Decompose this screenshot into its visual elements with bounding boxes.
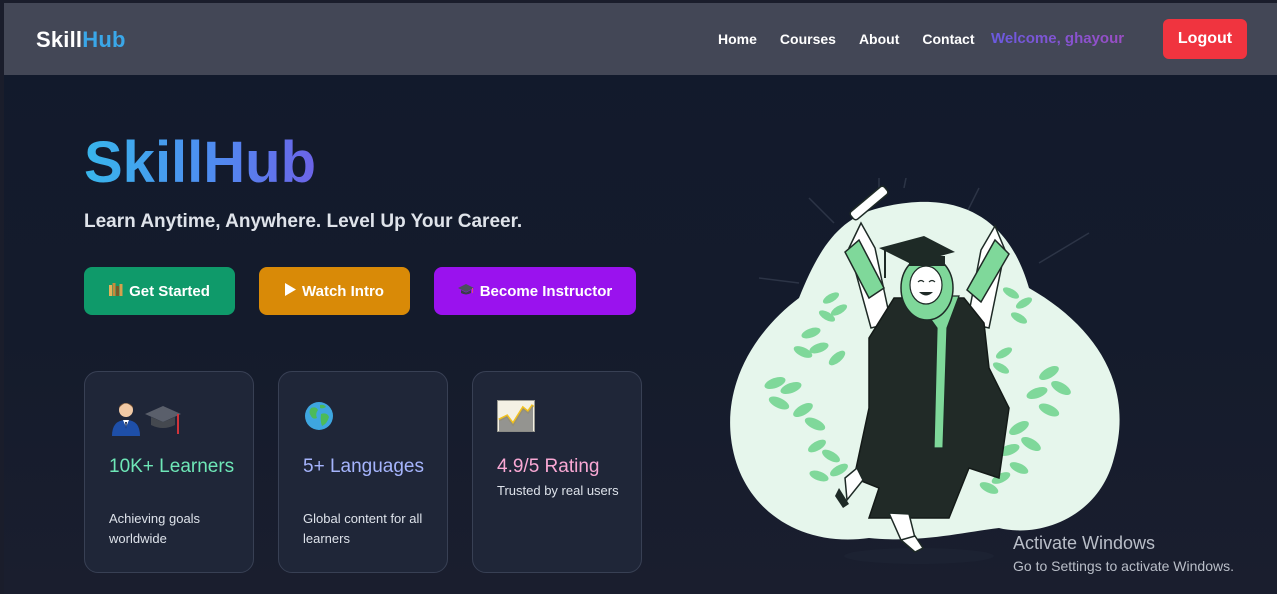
app-window: SkillHub Home Courses About Contact Welc… [4,3,1277,594]
watch-intro-label: Watch Intro [302,282,384,300]
activate-windows-subtitle: Go to Settings to activate Windows. [1013,558,1234,574]
books-icon [109,283,123,299]
brand-logo-part1: Skill [36,27,83,52]
watch-intro-button[interactable]: Watch Intro [259,267,410,315]
languages-stat: 5+ Languages [303,456,424,477]
languages-description: Global content for all learners [303,511,423,546]
get-started-label: Get Started [129,282,210,300]
stat-card-rating: 4.9/5 Rating Trusted by real users [472,371,642,573]
chart-increasing-icon [496,399,536,437]
brand-logo-part2: Hub [82,27,126,52]
learners-stat: 10K+ Learners [109,456,235,477]
nav-contact-link[interactable]: Contact [922,31,974,47]
nav-about-link[interactable]: About [859,31,899,47]
nav-courses-link[interactable]: Courses [780,31,836,47]
brand-logo[interactable]: SkillHub [36,27,126,53]
rating-description: Trusted by real users [497,483,619,498]
graduate-celebrating-illustration [719,172,1129,583]
activate-windows-watermark: Activate Windows Go to Settings to activ… [1013,531,1234,577]
hero-tagline: Learn Anytime, Anywhere. Level Up Your C… [84,211,523,232]
welcome-message: Welcome, ghayour [991,30,1125,47]
navbar: SkillHub Home Courses About Contact Welc… [4,3,1277,75]
hero-title: SkillHub [84,130,317,195]
learners-description: Achieving goals worldwide [109,511,201,546]
globe-icon [303,400,335,437]
rating-stat: 4.9/5 Rating [497,456,600,477]
get-started-button[interactable]: Get Started [84,267,235,315]
stat-card-languages: 5+ Languages Global content for all lear… [278,371,448,573]
logout-button[interactable]: Logout [1163,19,1247,59]
nav-links: Home Courses About Contact [718,31,998,47]
activate-windows-title: Activate Windows [1013,533,1156,553]
nav-home-link[interactable]: Home [718,31,757,47]
become-instructor-label: Become Instructor [479,282,613,300]
graduation-cap-icon [457,283,474,299]
play-icon [285,283,297,299]
become-instructor-button[interactable]: Become Instructor [434,267,636,315]
learner-and-graduation-cap-icon [109,400,183,445]
stat-card-learners: 10K+ Learners Achieving goals worldwide [84,371,254,573]
